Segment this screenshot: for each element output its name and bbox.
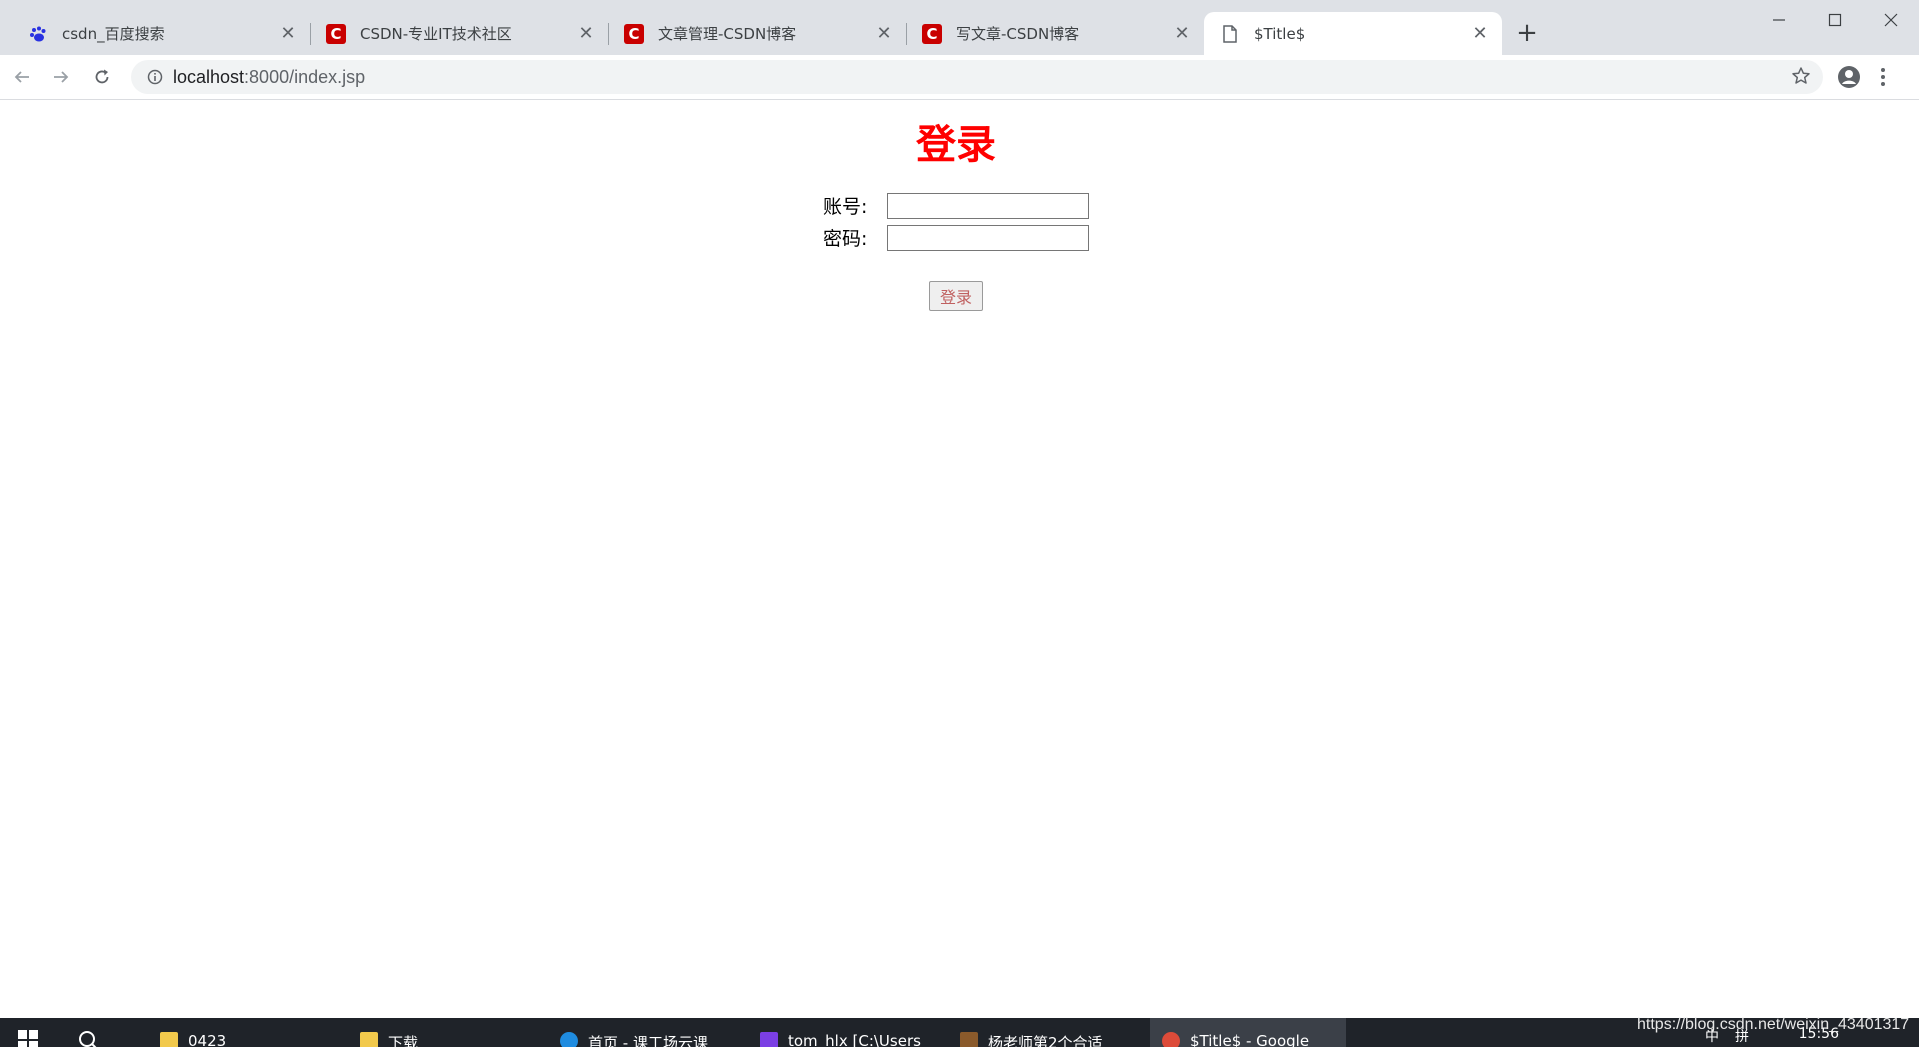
password-input[interactable] [887,224,1089,251]
tab-baidu-search[interactable]: csdn_百度搜索 ✕ [12,12,310,55]
tab-label: 写文章-CSDN博客 [956,25,1080,43]
close-tab-icon[interactable]: ✕ [1170,22,1194,46]
app-icon [960,1032,978,1047]
page-title: 登录 [916,122,996,168]
forward-button[interactable] [47,63,75,91]
taskbar-item-folder-download[interactable]: 下载 [360,1018,550,1047]
tab-active-title[interactable]: $Title$ ✕ [1204,12,1502,55]
bookmark-star-icon[interactable] [1791,66,1811,91]
url-host: localhost [173,66,245,87]
edge-icon [560,1032,578,1047]
taskbar-item-label: $Title$ - Google [1190,1032,1310,1047]
taskbar-search-icon[interactable] [78,1030,100,1047]
csdn-logo-icon: C [624,23,644,44]
minimize-icon [1773,19,1785,21]
taskbar-item-edge[interactable]: 首页 - 课工场云课 [560,1018,750,1047]
chrome-icon [1162,1032,1180,1047]
taskbar-item-label: 杨老师第2个合适 [988,1034,1103,1047]
tab-label: $Title$ [1254,24,1306,43]
csdn-logo-icon: C [326,23,346,44]
login-button[interactable]: 登录 [929,281,983,311]
baidu-paw-icon [28,24,48,44]
tab-article-management[interactable]: C 文章管理-CSDN博客 ✕ [608,12,906,55]
taskbar-item-intellij[interactable]: tom_hlx [C:\Users [760,1018,950,1047]
folder-icon [360,1032,378,1047]
taskbar-item-label: tom_hlx [C:\Users [788,1032,921,1047]
csdn-logo-icon: C [922,23,942,44]
close-tab-icon[interactable]: ✕ [1468,22,1492,46]
tab-label: 文章管理-CSDN博客 [658,25,797,43]
close-icon [1884,13,1898,27]
back-button[interactable] [8,63,36,91]
folder-icon [160,1032,178,1047]
csdn-logo-letter: C [922,23,942,44]
profile-avatar-icon[interactable] [1837,65,1861,93]
taskbar-item-app[interactable]: 杨老师第2个合适 [960,1018,1150,1047]
url-path: :8000/index.jsp [244,66,366,87]
taskbar-item-label: 下载 [388,1034,419,1047]
url-text: localhost:8000/index.jsp [173,67,365,88]
taskbar-item-chrome[interactable]: $Title$ - Google [1150,1018,1346,1047]
page-icon [1220,24,1240,44]
address-bar[interactable]: localhost:8000/index.jsp [131,60,1823,94]
reload-button[interactable] [88,63,116,91]
close-tab-icon[interactable]: ✕ [276,22,300,46]
account-input[interactable] [887,192,1089,219]
close-tab-icon[interactable]: ✕ [574,22,598,46]
forward-arrow-icon [54,71,69,83]
close-tab-icon[interactable]: ✕ [872,22,896,46]
page-viewport: 登录 账号: 密码: 登录 [0,100,1919,1018]
taskbar-item-label: 0423 [188,1032,227,1047]
csdn-logo-letter: C [624,23,644,44]
new-tab-button[interactable]: + [1512,18,1542,48]
taskbar-item-folder-0423[interactable]: 0423 [160,1018,350,1047]
browser-title-bar: csdn_百度搜索 ✕ C CSDN-专业IT技术社区 ✕ C 文章管理-CSD… [0,0,1919,55]
account-label: 账号: [823,196,868,218]
taskbar-item-label: 首页 - 课工场云课 [588,1034,708,1047]
account-row: 账号: [823,192,1089,219]
tab-csdn-home[interactable]: C CSDN-专业IT技术社区 ✕ [310,12,608,55]
browser-menu-icon[interactable] [1879,65,1887,93]
close-window-button[interactable] [1863,0,1919,40]
reload-icon [95,69,109,84]
windows-taskbar: 0423 下载 首页 - 课工场云课 tom_hlx [C:\Users 杨老师… [0,1018,1919,1047]
csdn-logo-letter: C [326,23,346,44]
intellij-icon [760,1032,778,1047]
tab-strip: csdn_百度搜索 ✕ C CSDN-专业IT技术社区 ✕ C 文章管理-CSD… [12,12,1502,55]
blog-watermark: https://blog.csdn.net/weixin_43401317 [1637,1016,1910,1033]
password-row: 密码: [823,224,1089,251]
password-label: 密码: [823,228,868,250]
back-arrow-icon [14,71,29,83]
tab-write-article[interactable]: C 写文章-CSDN博客 ✕ [906,12,1204,55]
tab-label: csdn_百度搜索 [62,25,165,43]
windows-start-icon[interactable] [18,1030,38,1047]
window-controls [1751,0,1919,40]
site-info-icon[interactable] [137,69,173,85]
tab-label: CSDN-专业IT技术社区 [360,25,512,43]
maximize-button[interactable] [1807,0,1863,40]
maximize-icon [1828,13,1842,27]
minimize-button[interactable] [1751,0,1807,40]
browser-toolbar: localhost:8000/index.jsp [0,55,1919,100]
